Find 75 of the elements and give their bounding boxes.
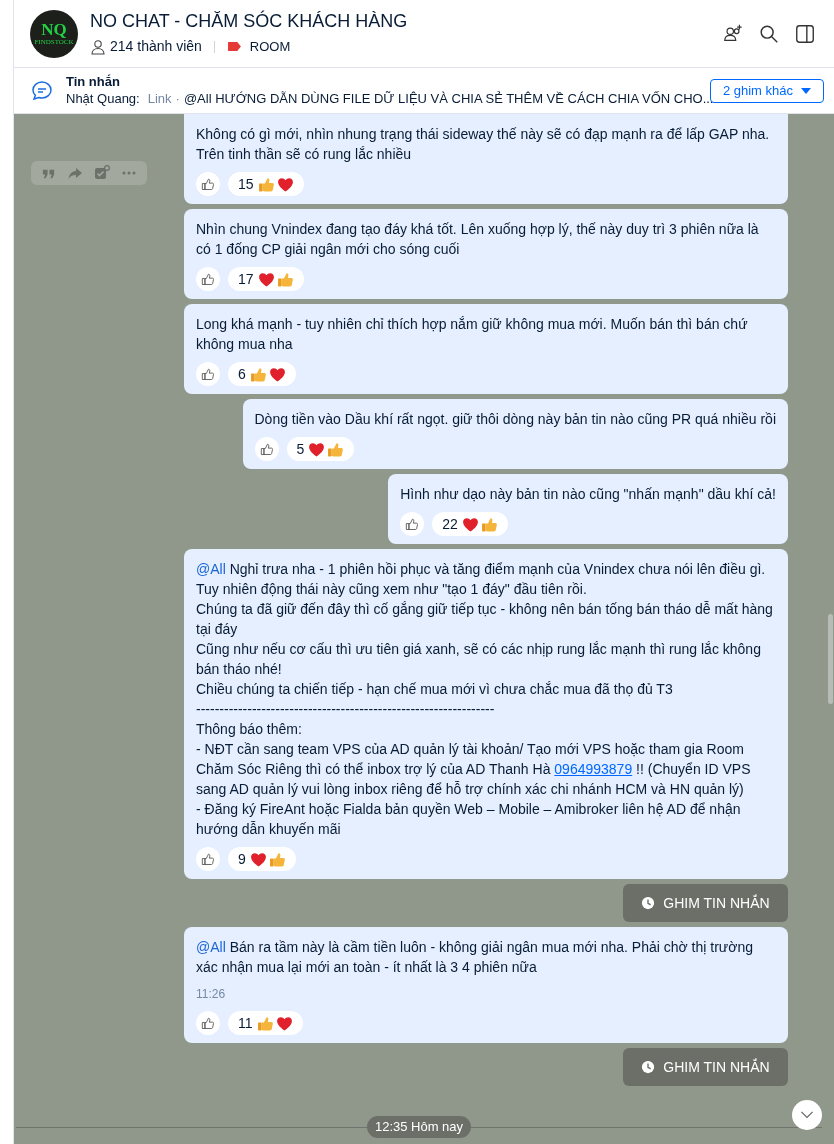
react-button[interactable] bbox=[196, 362, 220, 386]
pinned-sender: Nhật Quang: bbox=[66, 90, 140, 108]
message-text: Không có gì mới, nhìn nhung trạng thái sideway thế này sẽ có đạp mạnh ra để lấp GAP nha. Trên tinh thần sẽ có rung lắc nhiều bbox=[196, 125, 771, 164]
phone-link[interactable]: 0964993879 bbox=[554, 761, 633, 777]
react-button[interactable] bbox=[196, 172, 220, 196]
thumbs-up-icon bbox=[256, 1014, 274, 1032]
chat-bubble-icon bbox=[30, 78, 54, 103]
reaction-summary[interactable]: 11 bbox=[228, 1011, 303, 1035]
reaction-summary[interactable]: 5 bbox=[286, 437, 355, 461]
thumbs-up-icon bbox=[268, 850, 286, 868]
pin-message-button[interactable]: GHIM TIN NHẮN bbox=[623, 884, 788, 922]
scroll-down-button[interactable] bbox=[792, 1100, 822, 1130]
clock-icon bbox=[641, 1060, 656, 1074]
heart-icon bbox=[257, 270, 275, 288]
caret-icon bbox=[801, 87, 811, 94]
react-button[interactable] bbox=[400, 512, 425, 536]
reaction-count: 15 bbox=[238, 174, 254, 194]
thumbs-up-icon bbox=[201, 1016, 215, 1030]
thumbs-up-icon bbox=[201, 367, 215, 381]
checkbox-add-icon[interactable] bbox=[94, 165, 111, 181]
react-button[interactable] bbox=[196, 1011, 220, 1035]
thumbs-up-icon bbox=[257, 175, 275, 193]
tag-icon bbox=[226, 41, 242, 52]
message-text: Hình như dạo này bản tin nào cũng "nhấn mạnh" dầu khí cả! bbox=[400, 485, 776, 504]
chat-title: NO CHAT - CHĂM SÓC KHÁCH HÀNG bbox=[90, 10, 409, 32]
thumbs-up-icon bbox=[327, 440, 345, 458]
more-pins-button[interactable]: 2 ghim khác bbox=[709, 78, 824, 103]
separator-dot: · bbox=[175, 90, 180, 108]
pin-message-button[interactable]: GHIM TIN NHẮN bbox=[623, 1048, 788, 1086]
reaction-count: 5 bbox=[296, 439, 305, 459]
reaction-summary[interactable]: 22 bbox=[432, 512, 508, 536]
thumbs-up-icon bbox=[259, 442, 274, 456]
thumbs-up-icon bbox=[201, 177, 215, 191]
reaction-summary[interactable]: 9 bbox=[228, 847, 296, 871]
heart-icon bbox=[268, 365, 286, 383]
heart-icon bbox=[461, 515, 479, 533]
mention-link[interactable]: @All bbox=[196, 939, 226, 955]
reaction-count: 11 bbox=[238, 1013, 253, 1033]
thumbs-up-icon bbox=[201, 272, 215, 286]
pinned-link-label: Link bbox=[147, 90, 172, 108]
message-text: Long khá mạnh - tuy nhiên chỉ thích hợp nắm giữ không mua mới. Muốn bán thì bán chứ không mua nha bbox=[196, 315, 749, 354]
message-text: @All Nghỉ trưa nha - 1 phiên hồi phục và tăng điểm mạnh của Vnindex chưa nói lên điều gì. Tuy nhiên động thái này cũng xem như "tạo 1 đáy" đầu tiên rồi. Chúng ta đã giữ đến đây thì cố gắng giữ tiếp tục - không nên bán tống bán tháo dễ mất hàng tại đáy Cũng như nếu cơ cấu thì ưu tiên giá xanh, sẽ có các nhịp rung lắc mạnh thì rung lắc không bán tháo nhé! Chiều chúng ta chiến tiếp - hạn chế mua mới vì chưa chắc mua đã thọ đủ T3 ---------------------------------------------------------------- Thông báo thêm: - NĐT cần sang team VPS của AD quản lý tài khoản/ Tạo mới VPS hoặc tham gia Room Chăm Sóc Riêng thì có thể inbox trợ lý của AD Thanh Hà 0964993879 !! (Chuyển ID VPS sang AD quản lý vui lòng inbox riêng để hỗ trợ chính xác chi nhánh HCM và HN quản lý) - Đăng ký FireAnt hoặc Fialda bản quyền Web – Mobile – Amibroker liên hệ AD để nhận hướng dẫn khuyến mãi bbox=[196, 560, 774, 839]
react-button[interactable] bbox=[254, 437, 279, 461]
reaction-summary[interactable]: 17 bbox=[228, 267, 304, 291]
scrollbar-thumb[interactable] bbox=[828, 614, 833, 704]
react-button[interactable] bbox=[196, 847, 220, 871]
thumbs-up-icon bbox=[276, 270, 294, 288]
side-panel-icon[interactable] bbox=[794, 22, 816, 45]
pinned-label: Tin nhắn bbox=[66, 73, 121, 90]
reaction-summary[interactable]: 15 bbox=[228, 172, 304, 196]
thumbs-up-icon bbox=[249, 365, 267, 383]
react-button[interactable] bbox=[196, 267, 220, 291]
message-text: Nhìn chung Vnindex đang tạo đáy khá tốt. Lên xuống hợp lý, thế này duy trì 3 phiên nữa là có 1 đống CP giải ngân mới cho sóng cuối bbox=[196, 220, 760, 259]
message-time: 11:26 bbox=[196, 986, 227, 1003]
logo-text: NQ bbox=[41, 21, 67, 38]
heart-icon bbox=[276, 175, 294, 193]
heart-icon bbox=[249, 850, 267, 868]
thumbs-up-icon bbox=[201, 852, 215, 866]
member-count[interactable]: 214 thành viên bbox=[110, 36, 202, 57]
thumbs-up-icon bbox=[480, 515, 498, 533]
heart-icon bbox=[275, 1014, 293, 1032]
person-icon bbox=[90, 38, 106, 55]
message-text: @All Bán ra tầm này là cầm tiền luôn - không giải ngân mua mới nha. Phải chờ thị trường xác nhận mua lại mới an toàn - ít nhất là 3 4 phiên nữa bbox=[196, 938, 754, 977]
room-tag: ROOM bbox=[249, 36, 291, 57]
message-text: Dòng tiền vào Dầu khí rất ngọt. giữ thôi dòng này bản tin nào cũng PR quá nhiều rồi bbox=[254, 410, 776, 429]
mention-link[interactable]: @All bbox=[196, 561, 226, 577]
reaction-count: 17 bbox=[238, 269, 254, 289]
clock-icon bbox=[641, 896, 656, 910]
reaction-count: 22 bbox=[442, 514, 458, 534]
thumbs-up-icon bbox=[405, 517, 420, 531]
heart-icon bbox=[308, 440, 326, 458]
reaction-summary[interactable]: 6 bbox=[228, 362, 296, 386]
reaction-count: 9 bbox=[238, 849, 246, 869]
chevron-down-icon bbox=[800, 1111, 814, 1119]
reaction-count: 6 bbox=[238, 364, 246, 384]
